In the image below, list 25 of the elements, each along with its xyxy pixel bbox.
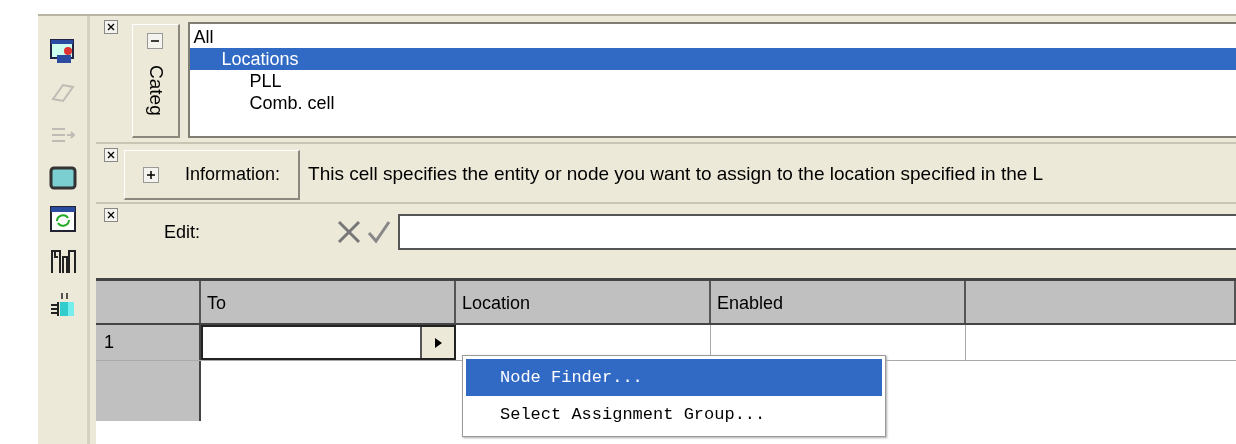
close-button[interactable]	[104, 208, 118, 222]
dropdown-arrow-button[interactable]	[420, 327, 454, 358]
tree-item[interactable]: Locations	[189, 48, 1236, 70]
plus-icon	[146, 169, 156, 180]
column-header[interactable]: Location	[456, 281, 711, 323]
row-number: 1	[96, 325, 201, 360]
tree-item[interactable]: Comb. cell	[189, 92, 1236, 114]
column-header[interactable]: To	[201, 281, 456, 323]
triangle-icon	[433, 337, 443, 350]
edit-label: Edit:	[164, 220, 202, 244]
column-header[interactable]: Enabled	[711, 281, 966, 323]
expand-toggle[interactable]	[143, 166, 159, 183]
menu-item[interactable]: Node Finder...	[466, 359, 882, 396]
edit-field[interactable]	[398, 214, 1236, 250]
information-text: This cell specifies the entity or node you want to assign to the location specified in the L	[307, 162, 1044, 186]
tree-item[interactable]: PLL	[189, 70, 1236, 92]
information-button[interactable]: Information:	[124, 150, 301, 200]
refresh-icon[interactable]	[47, 204, 78, 234]
close-button[interactable]	[104, 148, 118, 162]
table-cell[interactable]	[201, 325, 456, 360]
category-label: Categ	[144, 65, 168, 116]
close-button[interactable]	[104, 20, 118, 34]
menu-item[interactable]: Select Assignment Group...	[466, 396, 882, 433]
tree-item[interactable]: All	[189, 26, 1236, 48]
collapse-toggle[interactable]	[147, 33, 164, 49]
